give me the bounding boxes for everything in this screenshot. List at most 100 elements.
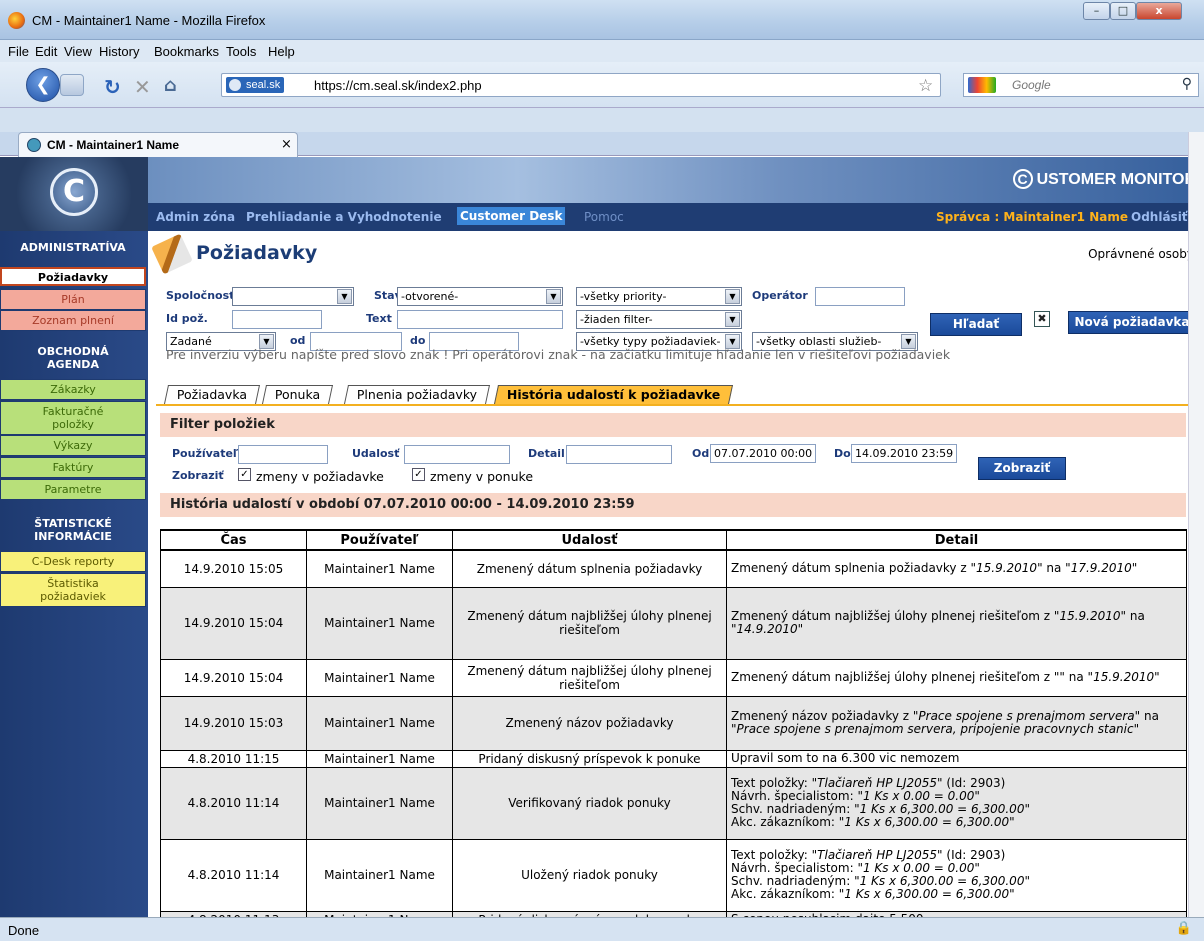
requests-icon <box>151 233 193 275</box>
tab-historia[interactable]: História udalostí k požiadavke <box>493 385 734 404</box>
detail-text: " <box>1024 874 1030 888</box>
detail-text: Zmenený názov požiadavky z " <box>731 709 919 723</box>
sidebar-item-cdesk-reporty[interactable]: C-Desk reporty <box>0 551 146 572</box>
select-spolocnost[interactable]: ▼ <box>232 287 354 306</box>
tab-close-icon[interactable]: × <box>281 137 292 152</box>
detail-value: 1 Ks x 6,300.00 = 6,300.00 <box>844 815 1010 829</box>
chevron-down-icon: ▼ <box>725 289 740 304</box>
search-box[interactable]: Google ⚲ <box>963 73 1199 97</box>
site-identity-badge[interactable]: seal.sk <box>226 77 285 93</box>
logout-link[interactable]: Odhlásiť <box>1131 210 1188 224</box>
cell-cas: 4.8.2010 11:14 <box>160 838 307 912</box>
tab-plnenia[interactable]: Plnenia požiadavky <box>343 385 491 404</box>
menu-file[interactable]: File <box>8 44 29 59</box>
url-bar[interactable]: seal.sk https://cm.seal.sk/index2.php <box>221 73 941 97</box>
sidebar-item-fakturacne-polozky[interactable]: Fakturačné položky <box>0 401 146 435</box>
checkbox-zmeny-ponuke[interactable]: ✓ <box>412 468 425 481</box>
content-area: Požiadavka Ponuka Plnenia požiadavky His… <box>156 385 1188 917</box>
detail-text: " <box>1024 802 1030 816</box>
detail-filter-input[interactable] <box>566 445 672 464</box>
browser-tab[interactable]: CM - Maintainer1 Name × <box>18 132 298 157</box>
back-button[interactable]: ❮ <box>26 68 60 102</box>
select-filter[interactable]: -žiaden filter- ▼ <box>576 310 742 329</box>
menu-edit[interactable]: Edit <box>35 44 57 59</box>
sidebar-item-statistika[interactable]: Štatistika požiadaviek <box>0 573 146 607</box>
detail-text: " na " <box>1037 561 1071 576</box>
bookmark-star-icon[interactable]: ☆ <box>918 76 933 96</box>
nav-pomoc[interactable]: Pomoc <box>584 210 624 224</box>
cell-user: Maintainer1 Name <box>306 658 453 697</box>
text-input[interactable] <box>397 310 563 329</box>
detail-value: 17.9.2010 <box>1070 561 1132 576</box>
table-row: 14.9.2010 15:04 Maintainer1 Name Zmenený d… <box>160 658 1187 697</box>
tab-ponuka[interactable]: Ponuka <box>261 385 334 404</box>
select-priority[interactable]: -všetky priority- ▼ <box>576 287 742 306</box>
table-header-row: Čas Používateľ Udalosť Detail <box>160 529 1187 551</box>
forward-button[interactable] <box>60 74 84 96</box>
tab-historia-label: História udalostí k požiadavke <box>506 387 721 402</box>
detail-value: Prace spojene s prenajmom servera <box>918 709 1135 723</box>
menu-history[interactable]: History <box>99 44 139 59</box>
sidebar-item-faktury[interactable]: Faktúry <box>0 457 146 478</box>
select-priority-value: -všetky priority- <box>580 290 667 303</box>
window-title: CM - Maintainer1 Name - Mozilla Firefox <box>32 13 266 28</box>
menu-bookmarks[interactable]: Bookmarks <box>154 44 219 59</box>
nav-customer-desk[interactable]: Customer Desk <box>457 207 566 225</box>
id-input[interactable] <box>232 310 322 329</box>
sidebar-item-parametre[interactable]: Parametre <box>0 479 146 500</box>
nav-admin-zona[interactable]: Admin zóna <box>156 210 235 224</box>
search-engine-icon[interactable] <box>968 77 996 93</box>
url-text[interactable]: https://cm.seal.sk/index2.php <box>314 78 482 93</box>
detail-text: Akc. zákazníkom: " <box>731 815 845 829</box>
menu-view[interactable]: View <box>64 44 92 59</box>
new-request-button[interactable]: Nová požiadavka <box>1068 311 1196 334</box>
minimize-button[interactable]: – <box>1083 2 1110 20</box>
menu-help[interactable]: Help <box>268 44 295 59</box>
reload-icon[interactable]: ↻ <box>104 75 121 99</box>
label-od: od <box>290 334 306 347</box>
search-icon[interactable]: ⚲ <box>1182 76 1192 92</box>
event-filter-input[interactable] <box>404 445 510 464</box>
close-window-button[interactable]: x <box>1136 2 1182 20</box>
tab-poziadavka[interactable]: Požiadavka <box>163 385 261 404</box>
brand-text: USTOMER MONITOR <box>1036 171 1196 188</box>
cell-udalost: Zmenený dátum najbližšej úlohy plnenej r… <box>452 658 727 697</box>
operator-input[interactable] <box>815 287 905 306</box>
authorized-persons-link[interactable]: Oprávnené osoby <box>1088 247 1194 261</box>
label-do: do <box>410 334 426 347</box>
user-filter-input[interactable] <box>238 445 328 464</box>
filter-to-input[interactable]: 14.09.2010 23:59 <box>851 444 957 463</box>
page-scrollbar[interactable] <box>1188 132 1204 917</box>
show-button[interactable]: Zobraziť <box>978 457 1066 480</box>
cell-cas: 14.9.2010 15:05 <box>160 549 307 588</box>
checkbox-zmeny-poziadavke-label: zmeny v požiadavke <box>256 469 384 484</box>
nav-prehliadanie[interactable]: Prehliadanie a Vyhodnotenie <box>246 210 442 224</box>
filter-section-title: Filter položiek <box>160 413 1186 437</box>
filter-hint: Pre inverziu výberu napíšte pred slovo z… <box>166 347 951 362</box>
detail-text: " <box>797 622 804 636</box>
table-row: 14.9.2010 15:04 Maintainer1 Name Zmenený d… <box>160 586 1187 660</box>
excel-export-icon[interactable]: ✖ <box>1034 311 1050 327</box>
maximize-button[interactable]: □ <box>1110 2 1136 20</box>
sidebar-item-zoznam-plneni[interactable]: Zoznam plnení <box>0 310 146 331</box>
menu-tools[interactable]: Tools <box>226 44 256 59</box>
cell-cas: 4.8.2010 11:15 <box>160 749 307 768</box>
sidebar-item-poziadavky[interactable]: Požiadavky <box>0 267 146 286</box>
sidebar-item-plan[interactable]: Plán <box>0 289 146 310</box>
label-filter-od: Od <box>692 447 710 460</box>
sidebar-item-zakazky[interactable]: Zákazky <box>0 379 146 400</box>
detail-text: " (Id: 2903) <box>937 776 1006 790</box>
filter-from-input[interactable]: 07.07.2010 00:00 <box>710 444 816 463</box>
detail-value: 15.9.2010 <box>975 561 1038 576</box>
home-icon[interactable]: ⌂ <box>164 75 177 96</box>
tab-ponuka-label: Ponuka <box>274 387 321 402</box>
checkbox-zmeny-poziadavke[interactable]: ✓ <box>238 468 251 481</box>
select-filter-value: -žiaden filter- <box>580 313 653 326</box>
detail-text: Upravil som to na 6.300 vic nemozem <box>731 751 960 765</box>
search-button[interactable]: Hľadať <box>930 313 1022 336</box>
detail-value: 14.9.2010 <box>736 622 798 636</box>
select-stav[interactable]: -otvorené- ▼ <box>397 287 563 306</box>
detail-text: " <box>1133 722 1140 736</box>
sidebar-item-vykazy[interactable]: Výkazy <box>0 435 146 456</box>
stop-icon[interactable]: ✕ <box>134 75 151 99</box>
